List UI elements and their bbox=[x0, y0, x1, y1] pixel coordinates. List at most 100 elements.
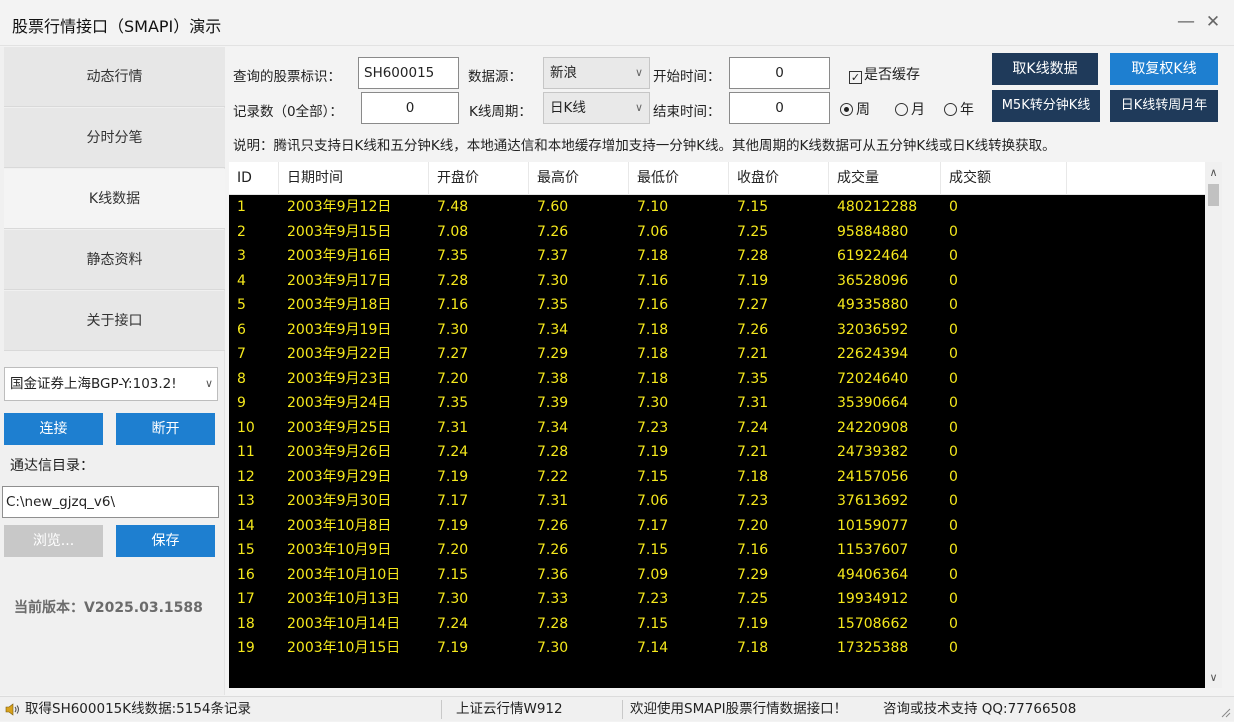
table-row[interactable]: 19 2003年10月15日 7.19 7.30 7.14 7.18 17325388 0 bbox=[229, 638, 1205, 659]
table-cell: 7.16 bbox=[637, 272, 669, 289]
table-cell: 7.19 bbox=[437, 468, 469, 485]
browse-button[interactable]: 浏览... bbox=[4, 525, 103, 557]
table-row[interactable]: 13 2003年9月30日 7.17 7.31 7.06 7.23 37613692 0 bbox=[229, 491, 1205, 512]
column-header[interactable]: ID bbox=[229, 162, 279, 195]
column-header[interactable]: 收盘价 bbox=[729, 162, 829, 195]
table-cell: 0 bbox=[949, 395, 958, 411]
get-kline-button[interactable]: 取K线数据 bbox=[992, 53, 1098, 85]
table-cell: 2 bbox=[237, 223, 246, 240]
table-row[interactable]: 4 2003年9月17日 7.28 7.30 7.16 7.19 36528096 0 bbox=[229, 271, 1205, 292]
table-row[interactable]: 3 2003年9月16日 7.35 7.37 7.18 7.28 61922464 0 bbox=[229, 246, 1205, 267]
start-time-input[interactable]: 0 bbox=[729, 57, 830, 89]
column-header[interactable]: 成交额 bbox=[941, 162, 1067, 195]
scroll-up-icon[interactable]: ∧ bbox=[1205, 164, 1222, 181]
table-row[interactable]: 16 2003年10月10日 7.15 7.36 7.09 7.29 49406364 0 bbox=[229, 565, 1205, 586]
table-cell: 19 bbox=[237, 640, 255, 656]
cache-checkbox[interactable]: ✓ 是否缓存 bbox=[849, 64, 920, 84]
get-adjusted-kline-button[interactable]: 取复权K线 bbox=[1110, 53, 1218, 85]
kline-period-select[interactable]: 日K线 ∨ bbox=[543, 92, 650, 124]
table-cell: 10159077 bbox=[837, 517, 909, 534]
table-cell: 61922464 bbox=[837, 248, 909, 264]
nav-item-about[interactable]: 关于接口 bbox=[4, 291, 225, 351]
table-row[interactable]: 9 2003年9月24日 7.35 7.39 7.30 7.31 35390664 0 bbox=[229, 393, 1205, 414]
table-cell: 7.06 bbox=[637, 223, 669, 240]
column-header[interactable]: 成交量 bbox=[829, 162, 941, 195]
table-cell: 2003年9月22日 bbox=[287, 346, 392, 362]
radio-month[interactable]: 月 bbox=[895, 99, 925, 119]
table-cell: 7.31 bbox=[437, 419, 469, 436]
column-header[interactable]: 最低价 bbox=[629, 162, 729, 195]
table-cell: 32036592 bbox=[837, 321, 909, 338]
grid-scrollbar[interactable]: ∧ ∨ bbox=[1205, 162, 1222, 688]
column-header[interactable]: 开盘价 bbox=[429, 162, 529, 195]
day-to-week-month-year-button[interactable]: 日K线转周月年 bbox=[1110, 90, 1218, 122]
table-cell: 4 bbox=[237, 272, 246, 289]
table-row[interactable]: 10 2003年9月25日 7.31 7.34 7.23 7.24 24220908 0 bbox=[229, 418, 1205, 439]
table-cell: 7.34 bbox=[537, 321, 569, 338]
table-cell: 7.06 bbox=[637, 493, 669, 509]
tdx-dir-label: 通达信目录： bbox=[10, 458, 94, 474]
table-row[interactable]: 15 2003年10月9日 7.20 7.26 7.15 7.16 11537607 0 bbox=[229, 540, 1205, 561]
kline-period-value: 日K线 bbox=[550, 100, 586, 116]
sidebar: 动态行情 分时分笔 K线数据 静态资料 关于接口 国金证券上海BGP-Y:103… bbox=[0, 47, 225, 695]
minimize-icon[interactable]: — bbox=[1174, 10, 1198, 34]
end-time-input[interactable]: 0 bbox=[729, 92, 830, 124]
chevron-down-icon: ∨ bbox=[634, 101, 643, 114]
table-row[interactable]: 11 2003年9月26日 7.24 7.28 7.19 7.21 24739382 0 bbox=[229, 442, 1205, 463]
scroll-thumb[interactable] bbox=[1208, 184, 1219, 206]
record-count-input[interactable]: 0 bbox=[361, 92, 459, 124]
table-row[interactable]: 7 2003年9月22日 7.27 7.29 7.18 7.21 22624394 0 bbox=[229, 344, 1205, 365]
source-select[interactable]: 新浪 ∨ bbox=[543, 57, 650, 89]
scroll-down-icon[interactable]: ∨ bbox=[1205, 669, 1222, 686]
save-button[interactable]: 保存 bbox=[116, 525, 215, 557]
nav-item-realtime-quotes[interactable]: 动态行情 bbox=[4, 47, 225, 107]
disconnect-button[interactable]: 断开 bbox=[116, 413, 215, 445]
table-cell: 7 bbox=[237, 346, 246, 362]
table-row[interactable]: 6 2003年9月19日 7.30 7.34 7.18 7.26 32036592 0 bbox=[229, 320, 1205, 341]
table-cell: 7.15 bbox=[637, 542, 669, 558]
table-row[interactable]: 14 2003年10月8日 7.19 7.26 7.17 7.20 10159077 0 bbox=[229, 516, 1205, 537]
radio-year[interactable]: 年 bbox=[944, 99, 974, 119]
table-cell: 0 bbox=[949, 493, 958, 509]
table-cell: 13 bbox=[237, 493, 255, 509]
table-cell: 7.36 bbox=[537, 566, 569, 583]
nav-item-tick-data[interactable]: 分时分笔 bbox=[4, 108, 225, 168]
status-market: 上证云行情W912 bbox=[456, 701, 563, 717]
stock-id-input[interactable]: SH600015 bbox=[358, 57, 459, 89]
table-row[interactable]: 18 2003年10月14日 7.24 7.28 7.15 7.19 15708662 0 bbox=[229, 614, 1205, 635]
table-cell: 16 bbox=[237, 566, 255, 583]
column-header[interactable]: 日期时间 bbox=[279, 162, 429, 195]
table-row[interactable]: 12 2003年9月29日 7.19 7.22 7.15 7.18 24157056 0 bbox=[229, 467, 1205, 488]
close-icon[interactable]: ✕ bbox=[1201, 10, 1225, 34]
table-cell: 5 bbox=[237, 297, 246, 313]
table-cell: 10 bbox=[237, 419, 255, 436]
table-row[interactable]: 2 2003年9月15日 7.08 7.26 7.06 7.25 95884880 0 bbox=[229, 222, 1205, 243]
server-select-value: 国金证券上海BGP-Y:103.2! bbox=[10, 376, 177, 392]
table-cell: 0 bbox=[949, 297, 958, 313]
table-cell: 7.19 bbox=[437, 517, 469, 534]
table-row[interactable]: 8 2003年9月23日 7.20 7.38 7.18 7.35 72024640 0 bbox=[229, 369, 1205, 390]
nav-item-kline-data[interactable]: K线数据 bbox=[4, 169, 225, 229]
table-cell: 7.31 bbox=[737, 395, 769, 411]
nav-item-static-info[interactable]: 静态资料 bbox=[4, 230, 225, 290]
table-cell: 7.33 bbox=[537, 591, 569, 607]
server-select[interactable]: 国金证券上海BGP-Y:103.2! ∨ bbox=[4, 367, 218, 401]
column-header[interactable]: 最高价 bbox=[529, 162, 629, 195]
tdx-dir-input[interactable]: C:\new_gjzq_v6\ bbox=[2, 486, 219, 518]
table-cell: 7.30 bbox=[437, 591, 469, 607]
source-select-value: 新浪 bbox=[550, 65, 577, 81]
table-cell: 7.17 bbox=[637, 517, 669, 534]
table-cell: 7.30 bbox=[637, 395, 669, 411]
table-row[interactable]: 17 2003年10月13日 7.30 7.33 7.23 7.25 19934912 0 bbox=[229, 589, 1205, 610]
connect-button[interactable]: 连接 bbox=[4, 413, 103, 445]
table-cell: 7.28 bbox=[537, 615, 569, 632]
kline-data-grid[interactable]: ID 日期时间 开盘价 最高价 最低价 收盘价 成交量 成交额 1 2003年9月… bbox=[229, 162, 1205, 688]
resize-grip-icon[interactable] bbox=[1219, 706, 1231, 718]
table-row[interactable]: 5 2003年9月18日 7.16 7.35 7.16 7.27 49335880 0 bbox=[229, 295, 1205, 316]
table-row[interactable]: 1 2003年9月12日 7.48 7.60 7.10 7.15 480212288 0 bbox=[229, 197, 1205, 218]
radio-week[interactable]: 周 bbox=[840, 99, 870, 119]
m5-to-minute-kline-button[interactable]: M5K转分钟K线 bbox=[992, 90, 1100, 122]
checkbox-checked-icon: ✓ bbox=[849, 71, 862, 84]
table-cell: 9 bbox=[237, 395, 246, 411]
cache-checkbox-label: 是否缓存 bbox=[864, 67, 920, 83]
